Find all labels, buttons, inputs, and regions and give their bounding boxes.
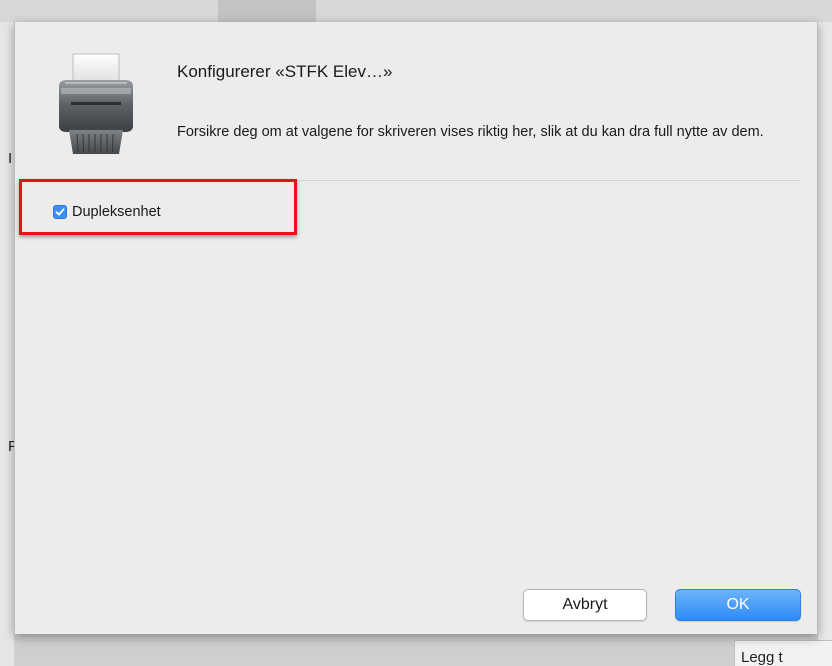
background-button-label: Legg t (741, 649, 783, 666)
background-window-left: I F (0, 22, 17, 666)
background-window-titlebar (0, 0, 832, 22)
dialog-description: Forsikre deg om at valgene for skriveren… (177, 124, 764, 140)
background-button[interactable]: Legg t (734, 640, 832, 666)
printer-icon (59, 53, 133, 154)
background-tab (218, 0, 316, 22)
background-text-fragment: I (8, 150, 13, 167)
annotation-highlight-box (19, 179, 297, 235)
background-window-right (818, 22, 832, 666)
screen: I F Legg t Konfigurerer «STFK Elev…» For… (0, 0, 832, 666)
dialog-title: Konfigurerer «STFK Elev…» (177, 62, 393, 81)
ok-button[interactable]: OK (675, 589, 801, 621)
cancel-button[interactable]: Avbryt (523, 589, 647, 621)
printer-setup-dialog: Konfigurerer «STFK Elev…» Forsikre deg o… (14, 22, 818, 634)
